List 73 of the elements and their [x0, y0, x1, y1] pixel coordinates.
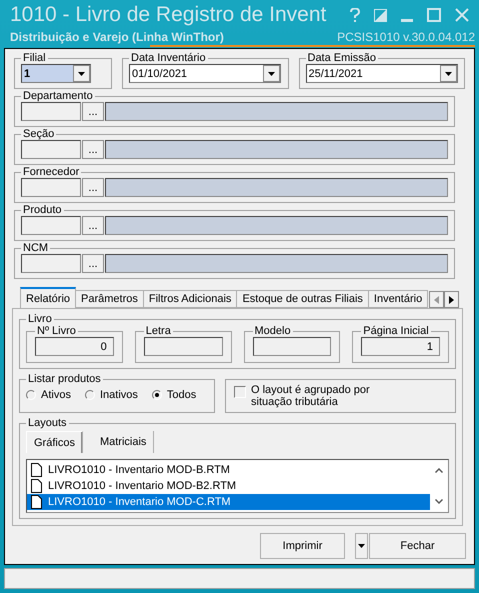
group-label: NCM [22, 242, 50, 254]
tab[interactable]: Parâmetros [75, 290, 144, 308]
number-field[interactable] [252, 337, 332, 356]
list-item[interactable]: LIVRO1010 - Inventario MOD-C.RTM [27, 494, 430, 510]
field-label: Filial [22, 52, 47, 64]
field-label: Página Inicial [362, 325, 430, 337]
scroll-up-icon[interactable] [435, 468, 443, 473]
field-label: Nº Livro [36, 325, 77, 337]
radio-button[interactable] [26, 390, 36, 400]
radio-button[interactable] [152, 390, 162, 400]
date-combo[interactable]: 01/10/2021 [129, 64, 281, 83]
group-label: Departamento [22, 90, 94, 102]
document-icon [31, 463, 42, 477]
radio-option[interactable]: Inativos [84, 389, 138, 401]
browse-button[interactable]: ... [82, 178, 104, 197]
date-combo[interactable]: 1 [21, 64, 91, 83]
right-arrow-icon [449, 296, 454, 304]
number-field[interactable] [144, 337, 222, 356]
group-label: Livro [27, 313, 53, 325]
group-label: Listar produtos [27, 373, 102, 385]
dropdown-arrow-icon [78, 72, 85, 76]
field-label: Letra [144, 325, 172, 337]
document-icon [31, 479, 42, 493]
window-title: 1010 - Livro de Registro de Invent [9, 3, 326, 27]
print-button[interactable]: Imprimir [260, 533, 345, 559]
scroll-down-icon[interactable] [435, 499, 443, 504]
option-label: Todos [166, 389, 196, 401]
program-version: PCSIS1010 v.30.0.04.012 [337, 30, 475, 44]
checkbox-label: O layout é agrupado por situação tributária [251, 384, 371, 408]
file-name: LIVRO1010 - Inventario MOD-C.RTM [48, 496, 231, 508]
dropdown-button[interactable] [355, 533, 368, 559]
number-field[interactable]: 0 [35, 337, 114, 356]
dropdown-arrow-icon [268, 72, 275, 76]
field-label: Data Inventário [130, 52, 207, 64]
file-name: LIVRO1010 - Inventario MOD-B.RTM [48, 464, 230, 476]
group-label: Produto [22, 204, 63, 216]
radio-option[interactable]: Todos [152, 389, 196, 401]
tab[interactable]: Relatório [20, 287, 76, 308]
group-label: Seção [22, 128, 56, 140]
document-icon [31, 495, 42, 509]
list-item[interactable]: LIVRO1010 - Inventario MOD-B2.RTM [27, 478, 430, 494]
dropdown-arrow-icon [358, 544, 365, 548]
tab[interactable]: Filtros Adicionais [142, 290, 238, 308]
radio-option[interactable]: Ativos [26, 389, 71, 401]
field-label: Data Emissão [306, 52, 377, 64]
browse-button[interactable]: ... [82, 254, 104, 273]
code-field[interactable] [21, 102, 81, 121]
radio-button[interactable] [84, 390, 95, 400]
tab[interactable]: Inventário [368, 290, 428, 308]
left-arrow-icon [434, 296, 440, 304]
list-item[interactable]: LIVRO1010 - Inventario MOD-B.RTM [27, 462, 430, 478]
field-label: Modelo [254, 325, 292, 337]
group-label: Layouts [27, 417, 68, 429]
code-field[interactable] [21, 140, 81, 159]
file-name: LIVRO1010 - Inventario MOD-B2.RTM [48, 480, 236, 492]
window-subtitle: Distribuição e Varejo (Linha WinThor) [9, 30, 224, 44]
tab[interactable]: Estoque de outras Filiais [236, 290, 369, 308]
dropdown-arrow-icon [444, 72, 452, 76]
browse-button[interactable]: ... [82, 102, 104, 121]
code-field[interactable] [21, 254, 81, 273]
tab[interactable]: Gráficos [26, 431, 83, 453]
browse-button[interactable]: ... [82, 140, 104, 159]
close-button[interactable]: Fechar [369, 533, 466, 559]
group-label: Fornecedor [22, 166, 80, 178]
number-field[interactable]: 1 [361, 337, 440, 356]
checkbox[interactable] [234, 386, 246, 398]
option-label: Inativos [100, 389, 138, 401]
browse-button[interactable]: ... [82, 216, 104, 235]
option-label: Ativos [41, 389, 71, 401]
date-combo[interactable]: 25/11/2021 [306, 64, 458, 83]
code-field[interactable] [21, 178, 81, 197]
scroll-right-button[interactable] [444, 291, 460, 308]
code-field[interactable] [21, 216, 81, 235]
